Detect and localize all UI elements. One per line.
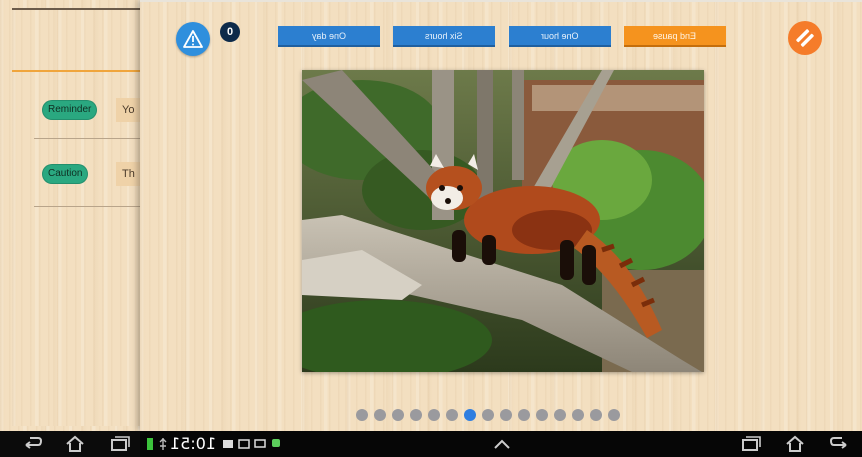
pause-icon — [796, 29, 814, 47]
button-label: Six hours — [425, 31, 463, 41]
end-pause-button[interactable]: End pause — [624, 26, 726, 47]
message-icon — [254, 439, 266, 448]
page-dot[interactable] — [572, 409, 584, 421]
gallery-icon — [238, 439, 250, 449]
page-dot-active[interactable] — [464, 409, 476, 421]
pause-one-day-button[interactable]: One day — [278, 26, 380, 47]
recent-apps-icon[interactable] — [108, 435, 130, 453]
button-label: One day — [311, 31, 347, 41]
button-label: One hour — [541, 31, 579, 41]
page-dot[interactable] — [392, 409, 404, 421]
front-panel: 0 One day Six hours One hour End pause — [140, 0, 862, 431]
screen: Reminder Yo Caution Th 0 One day Six hou… — [0, 0, 862, 431]
usb-icon — [159, 438, 167, 450]
alerts-button[interactable] — [176, 22, 210, 56]
background-panel: Reminder Yo Caution Th — [12, 8, 166, 426]
email-icon — [223, 440, 233, 448]
page-dot[interactable] — [554, 409, 566, 421]
page-dot[interactable] — [518, 409, 530, 421]
home-icon[interactable] — [784, 435, 806, 453]
pause-toggle-button[interactable] — [788, 21, 822, 55]
page-dot[interactable] — [590, 409, 602, 421]
back-icon[interactable] — [22, 435, 44, 453]
photo-illustration — [302, 70, 704, 372]
android-notification-icon — [272, 439, 280, 447]
page-dot[interactable] — [410, 409, 422, 421]
reminder-badge: Reminder — [42, 100, 98, 120]
page-dot[interactable] — [356, 409, 368, 421]
warning-icon — [183, 30, 203, 48]
page-dot[interactable] — [536, 409, 548, 421]
top-edge — [140, 0, 862, 2]
page-dot[interactable] — [482, 409, 494, 421]
page-indicator[interactable] — [356, 409, 620, 421]
back-icon[interactable] — [828, 435, 850, 453]
battery-icon — [147, 438, 153, 450]
page-dot[interactable] — [446, 409, 458, 421]
page-dot[interactable] — [608, 409, 620, 421]
button-label: End pause — [653, 31, 697, 41]
page-dot[interactable] — [428, 409, 440, 421]
page-dot[interactable] — [500, 409, 512, 421]
panel-top-border — [12, 8, 160, 10]
status-clock: 10:51 — [170, 434, 217, 453]
red-panda-photo — [302, 70, 704, 372]
back-panel-navbar — [0, 431, 140, 457]
page-dot[interactable] — [374, 409, 386, 421]
system-navigation-bar: 10:51 — [0, 431, 862, 457]
alert-count-badge: 0 — [220, 22, 240, 42]
caution-badge: Caution — [42, 164, 89, 184]
pause-one-hour-button[interactable]: One hour — [509, 26, 611, 47]
orange-divider — [12, 70, 140, 72]
recent-apps-icon[interactable] — [740, 435, 762, 453]
chevron-up-icon[interactable] — [492, 437, 512, 451]
pause-six-hours-button[interactable]: Six hours — [393, 26, 495, 47]
home-icon[interactable] — [64, 435, 86, 453]
